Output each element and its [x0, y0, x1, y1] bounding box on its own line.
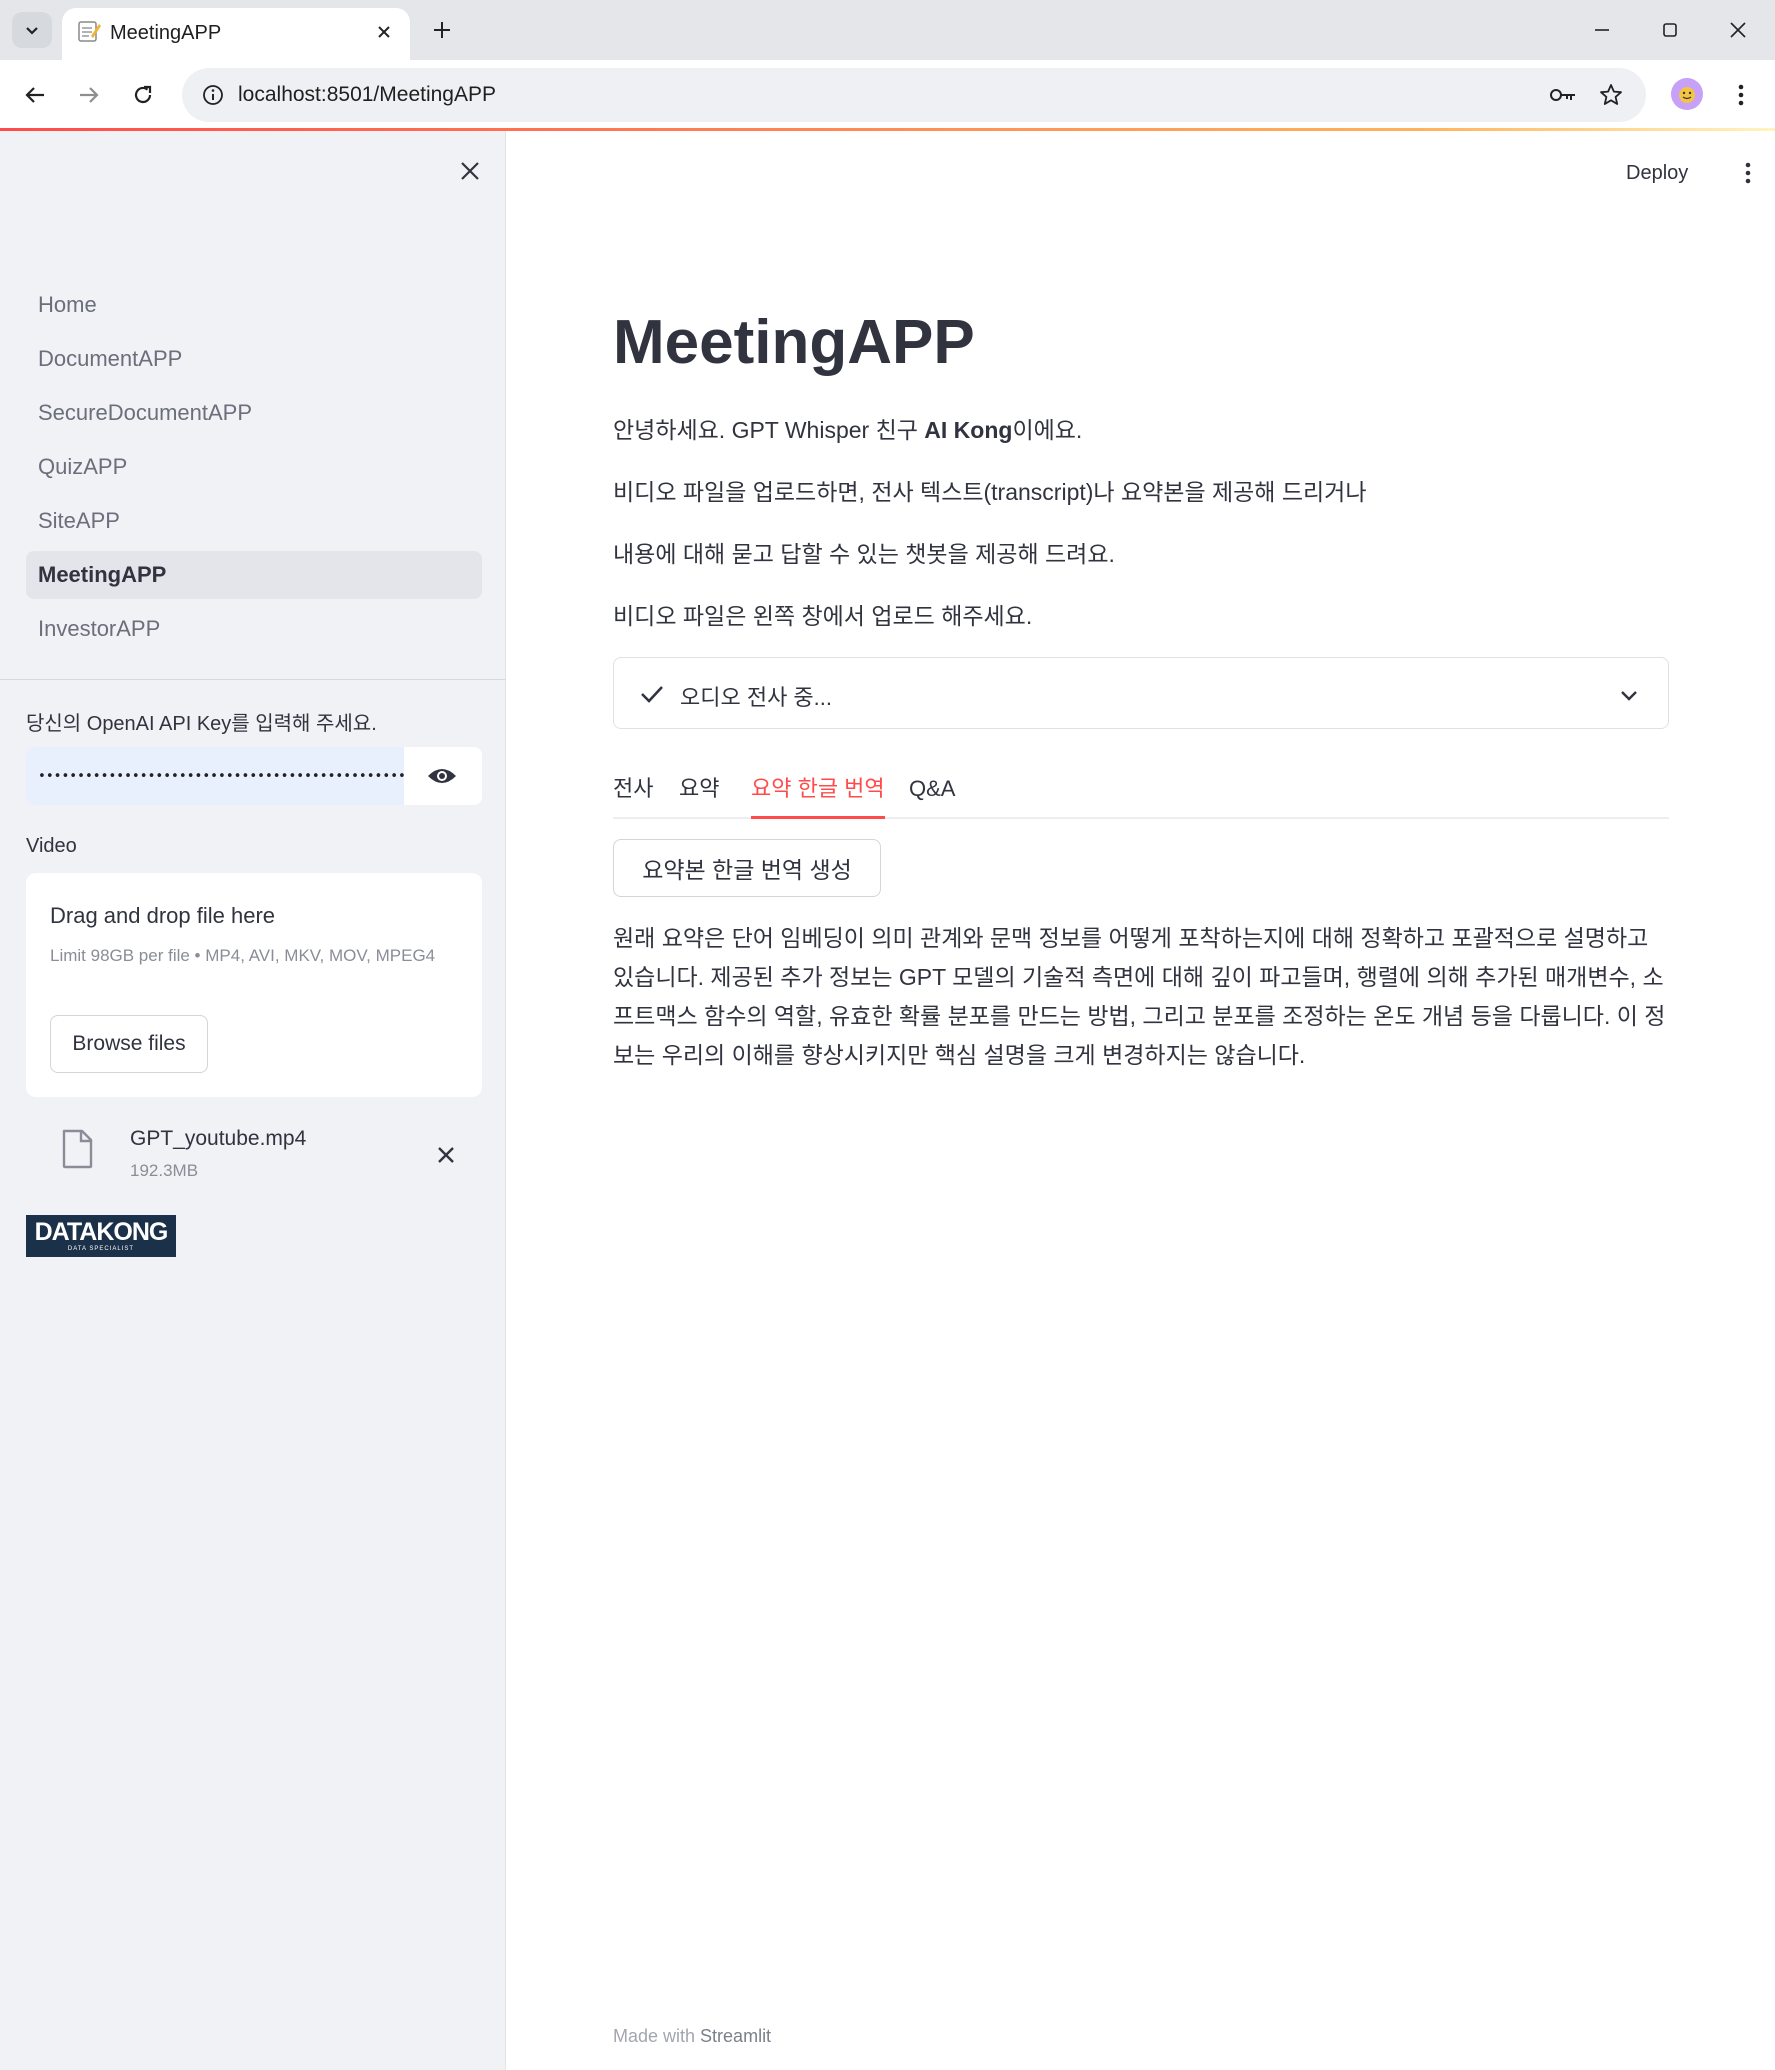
password-key-button[interactable] [1544, 76, 1582, 114]
file-icon [62, 1129, 93, 1169]
footer-prefix: Made with [613, 2026, 701, 2046]
sidebar-item-securedocumentapp[interactable]: SecureDocumentAPP [26, 389, 482, 437]
maximize-button[interactable] [1650, 10, 1690, 50]
tab-transcript[interactable]: 전사 [613, 767, 653, 819]
app-menu-button[interactable] [1728, 153, 1768, 193]
api-key-label: 당신의 OpenAI API Key를 입력해 주세요. [26, 713, 377, 735]
main-content: Deploy MeetingAPP 안녕하세요. GPT Whisper 친구 … [506, 131, 1775, 2070]
tab-list-button[interactable] [12, 12, 52, 48]
translation-result: 원래 요약은 단어 임베딩이 의미 관계와 문맥 정보를 어떻게 포착하는지에 … [613, 925, 1666, 1068]
sidebar-divider [0, 679, 506, 680]
tab-qa[interactable]: Q&A [909, 767, 955, 819]
intro-suffix: 이에요. [1012, 417, 1083, 443]
close-icon [461, 162, 479, 180]
dropzone-limit: Limit 98GB per file • MP4, AVI, MKV, MOV… [50, 946, 436, 965]
more-vert-icon [1745, 162, 1751, 184]
minimize-icon [1595, 29, 1609, 31]
api-key-input[interactable] [26, 747, 404, 805]
intro-line-2: 비디오 파일을 업로드하면, 전사 텍스트(transcript)나 요약본을 … [613, 479, 1367, 505]
datakong-logo: DATAKONG DATA SPECIALIST [26, 1215, 176, 1257]
bookmark-button[interactable] [1592, 76, 1630, 114]
chevron-down-icon [26, 27, 38, 35]
site-info-icon [203, 85, 223, 105]
reload-icon [134, 85, 152, 104]
sidebar: Home DocumentAPP SecureDocumentAPP QuizA… [0, 131, 506, 2070]
close-icon [438, 1147, 454, 1163]
tab-summary[interactable]: 요약 [679, 767, 719, 819]
status-label: 오디오 전사 중... [680, 685, 833, 710]
tab-close-button[interactable] [370, 18, 398, 46]
chevron-down-icon [1621, 691, 1637, 701]
address-bar[interactable]: localhost:8501/MeetingAPP [182, 68, 1646, 122]
browser-menu-button[interactable] [1720, 74, 1762, 116]
generate-translation-button[interactable]: 요약본 한글 번역 생성 [613, 839, 881, 897]
show-password-button[interactable] [418, 757, 466, 795]
file-dropzone[interactable]: Drag and drop file here Limit 98GB per f… [26, 873, 482, 1097]
logo-tagline: DATA SPECIALIST [67, 1246, 135, 1252]
intro-line-1: 안녕하세요. GPT Whisper 친구 AI Kong이에요. [613, 411, 1082, 445]
sidebar-item-quizapp[interactable]: QuizAPP [26, 443, 482, 491]
page-title: MeetingAPP [613, 308, 975, 377]
sidebar-close-button[interactable] [452, 153, 488, 189]
browser-toolbar: localhost:8501/MeetingAPP [0, 60, 1775, 130]
streamlit-link[interactable]: Streamlit [700, 2026, 771, 2046]
browser-tab[interactable]: MeetingAPP [62, 8, 410, 60]
sidebar-item-meetingapp[interactable]: MeetingAPP [26, 551, 482, 599]
status-expander[interactable]: 오디오 전사 중... [613, 657, 1669, 729]
back-icon [25, 87, 44, 103]
site-info-button[interactable] [194, 76, 232, 114]
logo-wordmark: DATAKONG [34, 1218, 169, 1246]
maximize-icon [1663, 23, 1677, 37]
video-label: Video [26, 835, 77, 857]
close-icon [378, 26, 390, 38]
file-size: 192.3MB [130, 1161, 199, 1180]
file-name: GPT_youtube.mp4 [130, 1127, 307, 1150]
remove-file-button[interactable] [428, 1137, 464, 1173]
forward-icon [80, 87, 99, 103]
more-vert-icon [1738, 84, 1744, 106]
profile-icon [1679, 87, 1695, 103]
browse-files-button[interactable]: Browse files [50, 1015, 208, 1073]
profile-button[interactable] [1671, 78, 1703, 110]
url-text[interactable]: localhost:8501/MeetingAPP [238, 83, 496, 107]
back-button[interactable] [14, 74, 56, 116]
plus-icon [434, 22, 450, 38]
intro-prefix: 안녕하세요. GPT Whisper 친구 [613, 417, 925, 443]
key-icon [1550, 89, 1575, 101]
notepad-favicon-icon [78, 21, 101, 42]
footer: Made with Streamlit [613, 2026, 771, 2047]
tab-title: MeetingAPP [110, 22, 222, 44]
star-icon [1600, 84, 1622, 105]
eye-icon [428, 769, 456, 783]
new-tab-button[interactable] [424, 12, 460, 48]
reload-button[interactable] [122, 74, 164, 116]
intro-bold-name: AI Kong [924, 417, 1013, 443]
intro-line-4: 비디오 파일은 왼쪽 창에서 업로드 해주세요. [613, 603, 1033, 629]
window-close-button[interactable] [1718, 10, 1758, 50]
close-icon [1730, 22, 1746, 38]
dropzone-title: Drag and drop file here [50, 903, 276, 928]
sidebar-nav: Home DocumentAPP SecureDocumentAPP QuizA… [26, 281, 482, 659]
check-icon [641, 686, 663, 703]
sidebar-item-home[interactable]: Home [26, 281, 482, 329]
uploaded-file: GPT_youtube.mp4 192.3MB [26, 1117, 482, 1201]
content-tabs: 전사 요약 요약 한글 번역 Q&A [613, 767, 1669, 819]
sidebar-item-investorapp[interactable]: InvestorAPP [26, 605, 482, 653]
intro-line-3: 내용에 대해 묻고 답할 수 있는 챗봇을 제공해 드려요. [613, 541, 1115, 567]
browser-tabstrip: MeetingAPP [0, 0, 1775, 60]
tab-summary-korean[interactable]: 요약 한글 번역 [751, 767, 885, 819]
minimize-button[interactable] [1582, 10, 1622, 50]
api-key-field [26, 747, 482, 805]
sidebar-item-siteapp[interactable]: SiteAPP [26, 497, 482, 545]
forward-button[interactable] [68, 74, 110, 116]
deploy-button[interactable]: Deploy [1626, 153, 1688, 193]
sidebar-item-documentapp[interactable]: DocumentAPP [26, 335, 482, 383]
